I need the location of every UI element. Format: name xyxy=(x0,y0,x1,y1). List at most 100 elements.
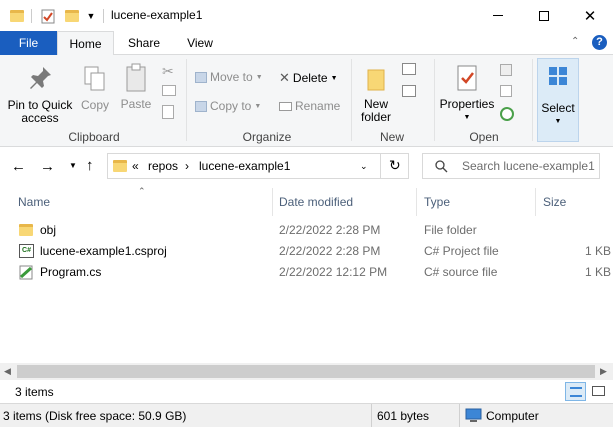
address-bar[interactable]: « repos › lucene-example1 ⌄ ↻ xyxy=(107,153,409,179)
csproj-icon: C# xyxy=(19,244,34,258)
sort-ascending-icon: ⌃ xyxy=(138,186,146,196)
paste-icon xyxy=(126,63,146,92)
minimize-button[interactable] xyxy=(475,0,521,31)
address-row: ← → ▼ ↑ « repos › lucene-example1 ⌄ ↻ Se… xyxy=(0,148,613,186)
breadcrumb-separator: › xyxy=(185,159,189,173)
computer-icon xyxy=(465,408,482,422)
address-dropdown-icon[interactable]: ⌄ xyxy=(360,161,368,172)
tab-view[interactable]: View xyxy=(176,31,224,55)
easy-access-icon[interactable] xyxy=(402,85,416,97)
file-name: Program.cs xyxy=(40,265,102,279)
scroll-right-icon[interactable]: ▶ xyxy=(600,366,607,377)
select-icon xyxy=(549,67,567,85)
ribbon-tabs: File Home Share View ⌃ ? xyxy=(0,31,613,56)
horizontal-scrollbar[interactable]: ◀ ▶ xyxy=(0,363,613,380)
properties-quick-icon[interactable] xyxy=(38,6,58,26)
pin-to-quick-access-button[interactable]: Pin to Quick access xyxy=(4,65,76,125)
new-item-icon[interactable] xyxy=(402,63,416,75)
paste-shortcut-icon[interactable] xyxy=(162,105,174,119)
file-row-obj[interactable]: obj 2/22/2022 2:28 PM File folder xyxy=(0,220,613,241)
breadcrumb-lucene-example1[interactable]: lucene-example1 xyxy=(199,159,290,173)
ribbon: Pin to Quick access Copy Paste ✂ Clipboa… xyxy=(0,55,613,147)
delete-button[interactable]: ✕ Delete ▼ xyxy=(279,70,338,86)
file-date: 2/22/2022 12:12 PM xyxy=(279,265,388,279)
pin-icon xyxy=(30,67,51,89)
scroll-left-icon[interactable]: ◀ xyxy=(4,366,11,377)
file-row-program-cs[interactable]: Program.cs 2/22/2022 12:12 PM C# source … xyxy=(0,262,613,283)
move-to-button[interactable]: Move to ▼ xyxy=(195,70,263,84)
search-icon xyxy=(435,160,448,173)
file-name: lucene-example1.csproj xyxy=(40,244,167,258)
copy-icon xyxy=(84,66,105,91)
rename-button[interactable]: Rename xyxy=(279,99,340,113)
copy-path-icon[interactable] xyxy=(162,85,176,96)
title-bar: ▼ lucene-example1 ✕ xyxy=(0,0,613,31)
properties-icon xyxy=(457,65,477,91)
cs-file-icon xyxy=(19,265,33,280)
column-size[interactable]: Size xyxy=(543,195,566,209)
search-placeholder: Search lucene-example1 xyxy=(462,159,595,173)
copy-button[interactable]: Copy xyxy=(78,65,112,112)
details-view-icon xyxy=(570,387,582,397)
item-count: 3 items xyxy=(15,385,54,399)
scrollbar-thumb[interactable] xyxy=(17,365,595,378)
file-size: 1 KB xyxy=(585,265,612,279)
edit-icon[interactable] xyxy=(500,85,512,97)
search-box[interactable]: Search lucene-example1 xyxy=(422,153,600,179)
large-icons-view-icon xyxy=(592,386,605,396)
open-group-label: Open xyxy=(469,130,499,144)
maximize-button[interactable] xyxy=(521,0,567,31)
folder-icon xyxy=(19,224,33,236)
cut-icon[interactable]: ✂ xyxy=(162,63,174,80)
file-date: 2/22/2022 2:28 PM xyxy=(279,223,381,237)
history-icon[interactable] xyxy=(500,107,514,121)
new-folder-button[interactable]: New folder xyxy=(358,65,394,124)
tab-share[interactable]: Share xyxy=(120,31,168,55)
tab-home[interactable]: Home xyxy=(57,31,114,56)
file-type: File folder xyxy=(424,223,477,237)
item-count-bar: 3 items xyxy=(0,381,613,403)
recent-locations-button[interactable]: ▼ xyxy=(69,161,77,170)
clipboard-group-label: Clipboard xyxy=(68,130,120,144)
file-name: obj xyxy=(40,223,57,237)
window-title: lucene-example1 xyxy=(111,8,203,22)
customize-toolbar-icon[interactable]: ▼ xyxy=(85,6,97,26)
properties-button[interactable]: Properties ▼ xyxy=(438,63,496,124)
file-type: C# Project file xyxy=(424,244,499,258)
close-icon: ✕ xyxy=(583,7,597,25)
help-icon[interactable]: ? xyxy=(592,35,607,50)
up-button[interactable]: ↑ xyxy=(86,157,94,174)
close-button[interactable]: ✕ xyxy=(567,0,613,31)
open-icon[interactable] xyxy=(500,64,512,76)
column-type[interactable]: Type xyxy=(424,195,450,209)
chevron-down-icon: ▼ xyxy=(69,161,77,170)
file-row-csproj[interactable]: C# lucene-example1.csproj 2/22/2022 2:28… xyxy=(0,241,613,262)
back-button[interactable]: ← xyxy=(11,158,26,175)
file-size: 1 KB xyxy=(585,244,612,258)
new-group-label: New xyxy=(379,130,404,144)
file-date: 2/22/2022 2:28 PM xyxy=(279,244,381,258)
tab-file[interactable]: File xyxy=(0,31,57,55)
paste-button[interactable]: Paste xyxy=(118,63,154,111)
select-button[interactable]: Select ▼ xyxy=(537,58,579,142)
rename-icon xyxy=(279,101,292,111)
details-view-button[interactable] xyxy=(565,382,586,401)
address-overflow[interactable]: « xyxy=(132,159,139,173)
new-folder-quick-icon[interactable] xyxy=(62,6,82,26)
new-folder-icon xyxy=(367,69,385,91)
status-size: 601 bytes xyxy=(377,409,430,423)
arrow-right-icon: → xyxy=(40,158,55,175)
folder-icon xyxy=(8,6,26,26)
maximize-icon xyxy=(539,10,549,21)
chevron-up-icon[interactable]: ⌃ xyxy=(571,36,579,47)
organize-group-label: Organize xyxy=(242,130,292,144)
breadcrumb-repos[interactable]: repos xyxy=(148,159,178,173)
arrow-up-icon: ↑ xyxy=(86,157,94,174)
copy-to-button[interactable]: Copy to ▼ xyxy=(195,99,261,113)
minimize-icon xyxy=(493,15,503,16)
large-icons-view-button[interactable] xyxy=(589,382,609,401)
column-date-modified[interactable]: Date modified xyxy=(279,195,353,209)
forward-button[interactable]: → xyxy=(40,158,55,175)
column-name[interactable]: Name xyxy=(18,195,50,209)
refresh-icon[interactable]: ↻ xyxy=(389,157,401,174)
